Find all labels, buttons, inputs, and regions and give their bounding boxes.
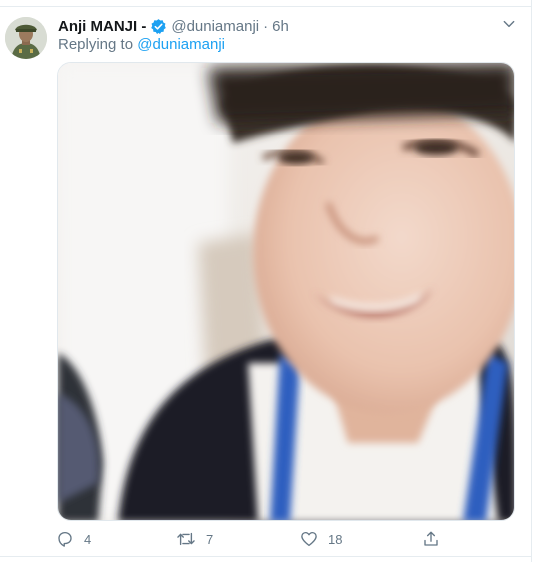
- separator-dot: ·: [263, 17, 269, 35]
- retweet-button[interactable]: 7: [176, 526, 213, 552]
- verified-badge-icon: [150, 18, 167, 35]
- top-divider: [0, 6, 531, 7]
- tweet-media-video[interactable]: [57, 62, 515, 521]
- share-button[interactable]: [422, 526, 440, 552]
- like-count: 18: [328, 531, 343, 547]
- tweet-header: Anji MANJI - @duniamanji · 6h: [58, 16, 289, 36]
- retweet-count: 7: [206, 531, 214, 547]
- heart-icon: [300, 530, 318, 548]
- reply-icon: [56, 530, 74, 548]
- bottom-divider: [0, 556, 531, 557]
- share-icon: [422, 530, 440, 548]
- chevron-down-icon: [502, 17, 516, 36]
- avatar[interactable]: [5, 17, 47, 59]
- tweet-actions: 4 7 18: [52, 526, 522, 552]
- tweet-timestamp[interactable]: 6h: [272, 18, 289, 35]
- retweet-icon: [176, 530, 196, 548]
- replying-to-line: Replying to @duniamanji: [58, 36, 225, 53]
- replying-to-mention[interactable]: @duniamanji: [137, 36, 225, 53]
- author-name[interactable]: Anji MANJI -: [58, 18, 146, 35]
- author-handle[interactable]: @duniamanji: [171, 18, 259, 35]
- more-options-button[interactable]: [498, 15, 520, 37]
- tweet-card[interactable]: Anji MANJI - @duniamanji · 6h Replying t…: [0, 0, 532, 562]
- reply-button[interactable]: 4: [56, 526, 91, 552]
- replying-to-prefix: Replying to: [58, 36, 134, 53]
- reply-count: 4: [84, 531, 92, 547]
- like-button[interactable]: 18: [300, 526, 342, 552]
